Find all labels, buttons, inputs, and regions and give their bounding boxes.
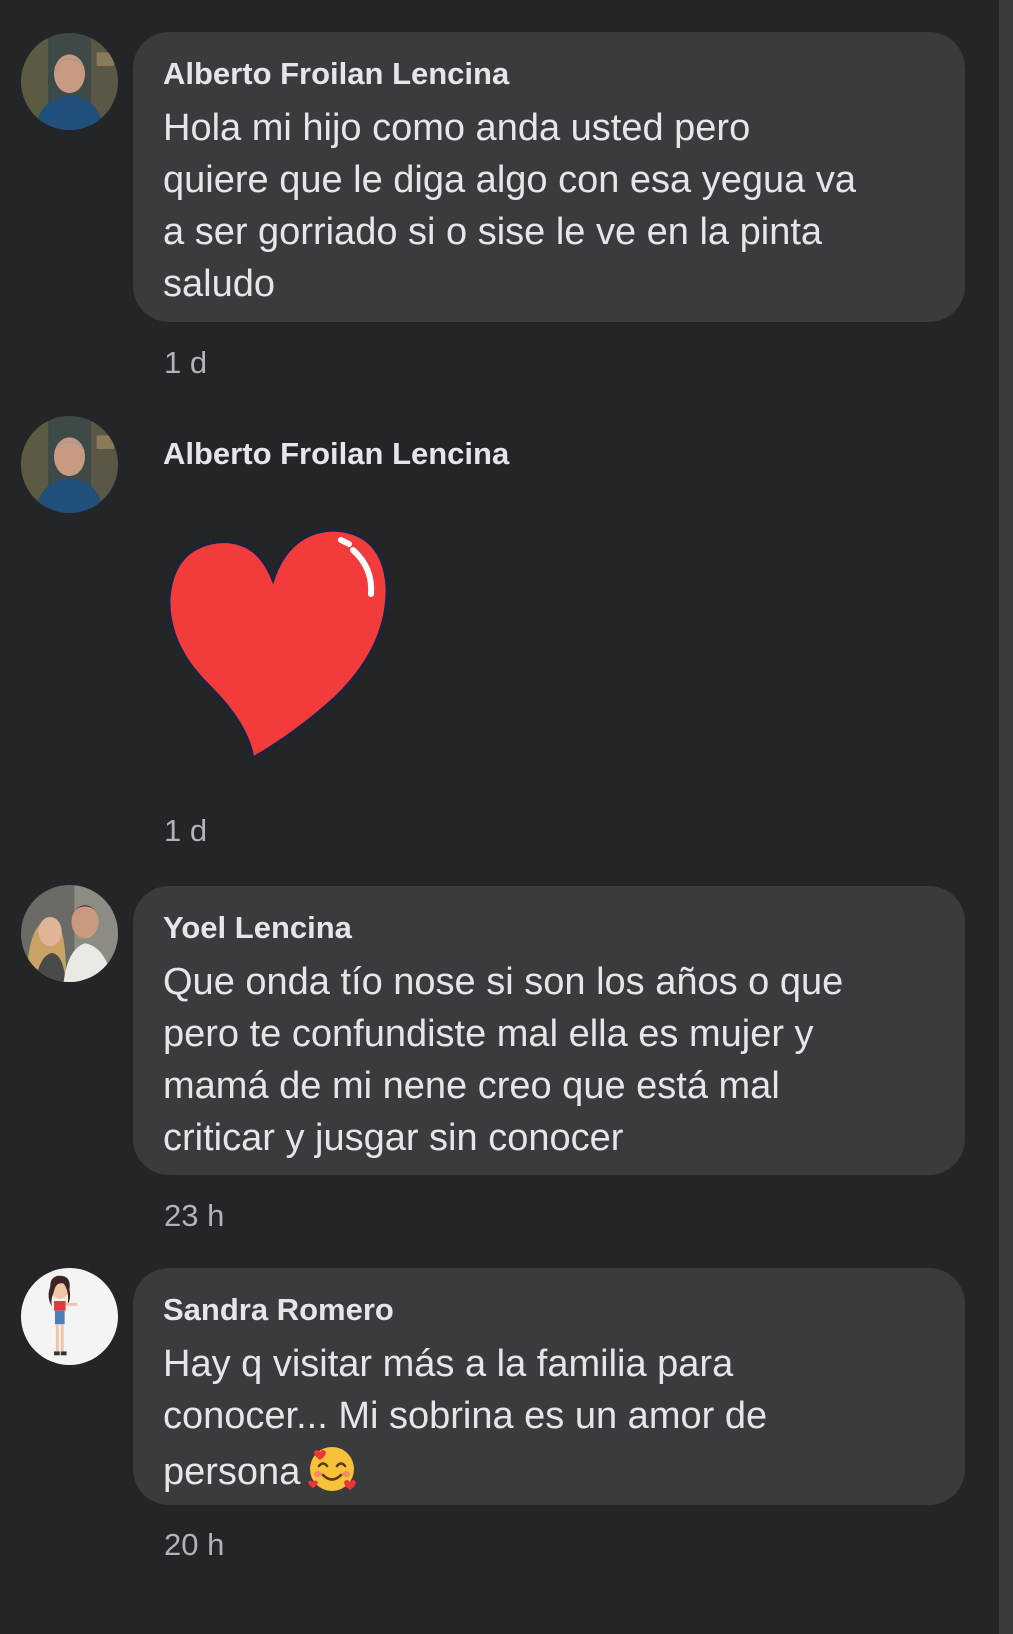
comment-author[interactable]: Alberto Froilan Lencina bbox=[163, 434, 509, 474]
man-portrait-avatar[interactable] bbox=[21, 416, 118, 513]
cartoon-girl-avatar[interactable] bbox=[21, 1268, 118, 1365]
comment-timestamp[interactable]: 23 h bbox=[164, 1198, 224, 1234]
comment-timestamp[interactable]: 20 h bbox=[164, 1527, 224, 1563]
man-portrait-avatar[interactable] bbox=[21, 33, 118, 130]
comment-text-content: Hay q visitar más a la familia para cono… bbox=[163, 1343, 768, 1493]
comment-text: Hay q visitar más a la familia para cono… bbox=[163, 1338, 935, 1498]
comment-bubble[interactable]: Yoel Lencina Que onda tío nose si son lo… bbox=[133, 886, 965, 1175]
comment-bubble[interactable]: Sandra Romero Hay q visitar más a la fam… bbox=[133, 1268, 965, 1505]
couple-avatar[interactable] bbox=[21, 885, 118, 982]
comment-timestamp[interactable]: 1 d bbox=[164, 345, 207, 381]
smiling-face-with-hearts-emoji bbox=[306, 1442, 358, 1494]
scroll-edge bbox=[999, 0, 1013, 1634]
comment-author[interactable]: Alberto Froilan Lencina bbox=[163, 54, 935, 94]
comment-author[interactable]: Yoel Lencina bbox=[163, 908, 935, 948]
comment-bubble[interactable]: Alberto Froilan Lencina Hola mi hijo com… bbox=[133, 32, 965, 322]
red-heart-sticker bbox=[165, 528, 395, 761]
comment-timestamp[interactable]: 1 d bbox=[164, 813, 207, 849]
comment-text: Que onda tío nose si son los años o que … bbox=[163, 961, 844, 1159]
comment-text: Hola mi hijo como anda usted pero quiere… bbox=[163, 107, 856, 305]
comment-author[interactable]: Sandra Romero bbox=[163, 1290, 935, 1330]
